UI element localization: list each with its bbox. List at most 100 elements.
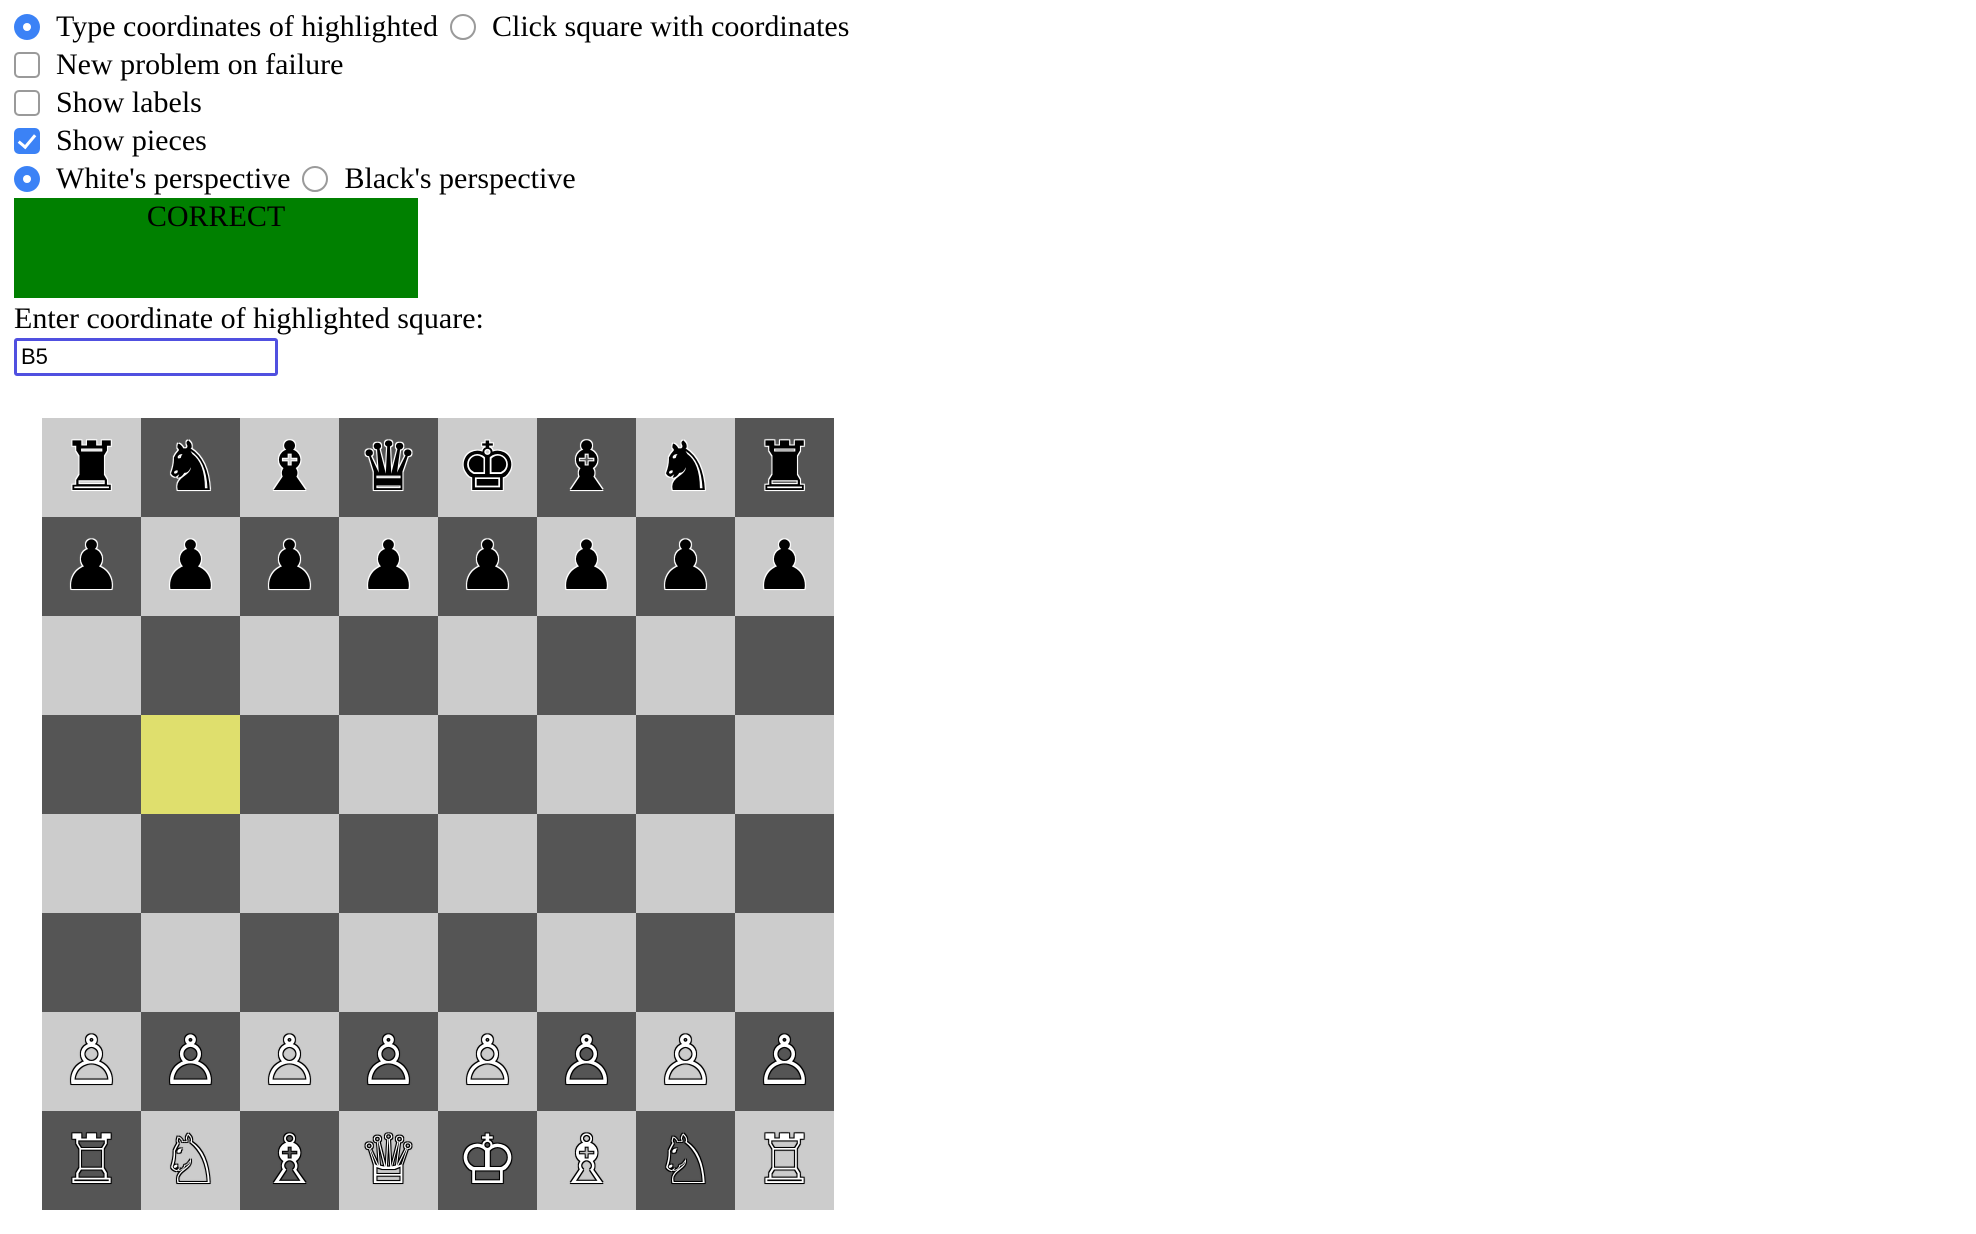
- square-h2[interactable]: ♙: [735, 1012, 834, 1111]
- square-e5[interactable]: [438, 715, 537, 814]
- square-a7[interactable]: ♟: [42, 517, 141, 616]
- square-b2[interactable]: ♙: [141, 1012, 240, 1111]
- white-king-icon: ♔: [457, 1120, 518, 1200]
- click-square-radio[interactable]: [449, 14, 476, 40]
- square-g8[interactable]: ♞: [636, 418, 735, 517]
- black-rook-icon: ♜: [61, 427, 122, 507]
- square-d1[interactable]: ♕: [339, 1111, 438, 1210]
- square-f4[interactable]: [537, 814, 636, 913]
- square-f1[interactable]: ♗: [537, 1111, 636, 1210]
- square-h8[interactable]: ♜: [735, 418, 834, 517]
- type-coordinates-radio[interactable]: [14, 14, 40, 40]
- black-bishop-icon: ♝: [259, 427, 320, 507]
- white-knight-icon: ♘: [655, 1120, 716, 1200]
- square-g4[interactable]: [636, 814, 735, 913]
- square-g7[interactable]: ♟: [636, 517, 735, 616]
- white-pawn-icon: ♙: [754, 1021, 815, 1101]
- white-pawn-icon: ♙: [259, 1021, 320, 1101]
- click-square-label[interactable]: Click square with coordinates: [492, 8, 849, 46]
- square-h5[interactable]: [735, 715, 834, 814]
- coordinate-input[interactable]: [14, 338, 278, 376]
- square-f2[interactable]: ♙: [537, 1012, 636, 1111]
- black-bishop-icon: ♝: [556, 427, 617, 507]
- white-perspective-radio[interactable]: [14, 166, 40, 192]
- show-labels-checkbox[interactable]: [14, 90, 40, 116]
- square-d5[interactable]: [339, 715, 438, 814]
- type-coordinates-label[interactable]: Type coordinates of highlighted: [56, 8, 438, 46]
- square-f5[interactable]: [537, 715, 636, 814]
- square-b6[interactable]: [141, 616, 240, 715]
- square-c1[interactable]: ♗: [240, 1111, 339, 1210]
- square-f8[interactable]: ♝: [537, 418, 636, 517]
- square-e3[interactable]: [438, 913, 537, 1012]
- new-problem-on-failure-label[interactable]: New problem on failure: [56, 46, 343, 84]
- show-pieces-label[interactable]: Show pieces: [56, 122, 207, 160]
- result-status-box: CORRECT: [14, 198, 418, 298]
- white-pawn-icon: ♙: [358, 1021, 419, 1101]
- white-perspective-label[interactable]: White's perspective: [56, 160, 290, 198]
- square-a5[interactable]: [42, 715, 141, 814]
- square-d4[interactable]: [339, 814, 438, 913]
- square-f7[interactable]: ♟: [537, 517, 636, 616]
- black-pawn-icon: ♟: [61, 526, 122, 606]
- square-a3[interactable]: [42, 913, 141, 1012]
- square-e8[interactable]: ♚: [438, 418, 537, 517]
- square-b4[interactable]: [141, 814, 240, 913]
- square-b1[interactable]: ♘: [141, 1111, 240, 1210]
- square-g6[interactable]: [636, 616, 735, 715]
- square-d7[interactable]: ♟: [339, 517, 438, 616]
- show-labels-label[interactable]: Show labels: [56, 84, 202, 122]
- square-a6[interactable]: [42, 616, 141, 715]
- square-a4[interactable]: [42, 814, 141, 913]
- square-b8[interactable]: ♞: [141, 418, 240, 517]
- square-g5[interactable]: [636, 715, 735, 814]
- square-a8[interactable]: ♜: [42, 418, 141, 517]
- square-b7[interactable]: ♟: [141, 517, 240, 616]
- square-c6[interactable]: [240, 616, 339, 715]
- show-pieces-checkbox[interactable]: [14, 128, 40, 154]
- square-b3[interactable]: [141, 913, 240, 1012]
- white-pawn-icon: ♙: [160, 1021, 221, 1101]
- white-queen-icon: ♕: [358, 1120, 419, 1200]
- black-king-icon: ♚: [457, 427, 518, 507]
- square-g3[interactable]: [636, 913, 735, 1012]
- square-d2[interactable]: ♙: [339, 1012, 438, 1111]
- settings-panel: Type coordinates of highlighted Click sq…: [14, 8, 1114, 376]
- square-e1[interactable]: ♔: [438, 1111, 537, 1210]
- square-d3[interactable]: [339, 913, 438, 1012]
- square-h7[interactable]: ♟: [735, 517, 834, 616]
- new-problem-on-failure-checkbox[interactable]: [14, 52, 40, 78]
- square-h1[interactable]: ♖: [735, 1111, 834, 1210]
- black-perspective-label[interactable]: Black's perspective: [344, 160, 575, 198]
- square-e4[interactable]: [438, 814, 537, 913]
- square-h4[interactable]: [735, 814, 834, 913]
- square-d8[interactable]: ♛: [339, 418, 438, 517]
- square-g1[interactable]: ♘: [636, 1111, 735, 1210]
- square-c3[interactable]: [240, 913, 339, 1012]
- square-e6[interactable]: [438, 616, 537, 715]
- show-pieces-row: Show pieces: [14, 122, 1114, 160]
- square-e2[interactable]: ♙: [438, 1012, 537, 1111]
- square-e7[interactable]: ♟: [438, 517, 537, 616]
- square-c8[interactable]: ♝: [240, 418, 339, 517]
- square-a2[interactable]: ♙: [42, 1012, 141, 1111]
- black-perspective-radio[interactable]: [302, 166, 329, 192]
- black-pawn-icon: ♟: [358, 526, 419, 606]
- square-c7[interactable]: ♟: [240, 517, 339, 616]
- square-h6[interactable]: [735, 616, 834, 715]
- square-b5[interactable]: [141, 715, 240, 814]
- square-c5[interactable]: [240, 715, 339, 814]
- square-f6[interactable]: [537, 616, 636, 715]
- white-pawn-icon: ♙: [61, 1021, 122, 1101]
- square-g2[interactable]: ♙: [636, 1012, 735, 1111]
- chess-board: ♜ ♞ ♝ ♛ ♚ ♝ ♞ ♜ ♟ ♟ ♟ ♟ ♟ ♟ ♟ ♟ ♙ ♙ ♙ ♙ ♙ ♙ ♙ ♙ ♖ ♘ ♗ ♕ ♔ ♗ ♘ ♖: [42, 418, 834, 1210]
- show-labels-row: Show labels: [14, 84, 1114, 122]
- square-h3[interactable]: [735, 913, 834, 1012]
- black-queen-icon: ♛: [358, 427, 419, 507]
- square-d6[interactable]: [339, 616, 438, 715]
- square-f3[interactable]: [537, 913, 636, 1012]
- white-rook-icon: ♖: [61, 1120, 122, 1200]
- square-c2[interactable]: ♙: [240, 1012, 339, 1111]
- square-a1[interactable]: ♖: [42, 1111, 141, 1210]
- square-c4[interactable]: [240, 814, 339, 913]
